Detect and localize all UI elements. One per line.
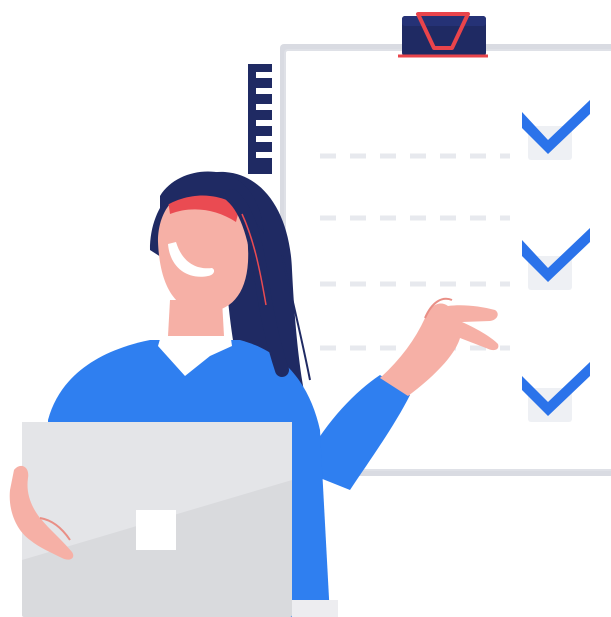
- spiral-ring: [256, 88, 272, 94]
- binder-clip-top: [402, 16, 486, 26]
- spiral-ring: [256, 104, 272, 110]
- binder-clip: [398, 12, 488, 58]
- laptop-logo: [136, 510, 176, 550]
- spiral-ring: [256, 152, 272, 158]
- spiral-binding: [248, 64, 272, 174]
- illustration-svg: [9, 12, 611, 617]
- laptop-base: [292, 600, 338, 617]
- laptop: [22, 422, 338, 617]
- spiral-ring: [256, 136, 272, 142]
- illustration-canvas: [0, 0, 611, 617]
- spiral-ring: [256, 72, 272, 78]
- spiral-ring: [256, 120, 272, 126]
